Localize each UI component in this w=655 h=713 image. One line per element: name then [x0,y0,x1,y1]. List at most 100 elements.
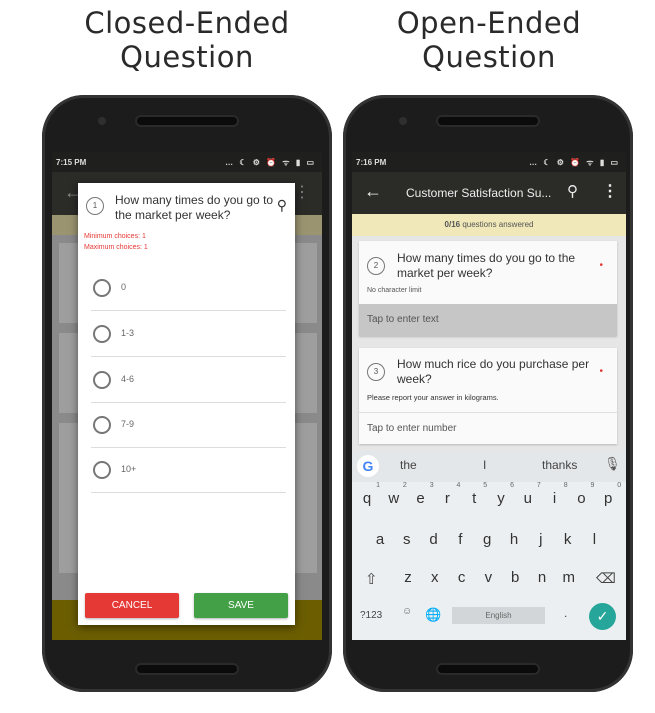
radio-button[interactable] [93,461,111,479]
question-card-2: 2 How many times do you go to the market… [359,241,617,336]
required-indicator: • [599,260,603,271]
option-label: 0 [121,282,127,292]
cancel-button[interactable]: CANCEL [85,593,179,618]
key[interactable]: j [528,531,554,548]
option-7-9[interactable]: 7-9 [91,402,286,448]
key[interactable]: l [581,531,607,548]
period-key[interactable]: . [564,606,567,620]
space-bar[interactable]: English [452,607,545,624]
key[interactable]: w2 [381,482,406,507]
suggestion[interactable]: the [400,458,417,472]
google-icon[interactable]: G [357,455,379,477]
question-number: 2 [367,257,385,275]
key-number-hint: 7 [536,482,541,489]
key-label: r [444,490,450,507]
key-label: q [362,490,372,507]
key-label: u [523,490,532,507]
back-arrow-icon[interactable]: ← [364,181,382,202]
key-number-hint: 5 [483,482,488,489]
key-label: a [375,531,385,548]
suggestion[interactable]: thanks [542,458,577,472]
key[interactable]: y6 [488,482,514,507]
key-label: g [483,531,492,548]
text-answer-input[interactable]: Tap to enter text [359,304,617,336]
question-text: How many times do you go to the market p… [115,193,274,222]
radio-button[interactable] [93,279,111,297]
key[interactable]: e3 [408,482,433,507]
key-label: x [431,569,439,586]
key[interactable]: a [367,531,393,548]
key-label: i [552,490,557,507]
key-label: s [403,531,411,548]
status-bar: 7:15 PM … ☾ ⚙ ⏰ ᯤ ▮ ▭ [52,152,322,172]
question-number: 3 [367,363,385,381]
progress-count: 0/16 [444,220,461,229]
option-label: 4-6 [121,374,135,384]
radio-button[interactable] [93,325,111,343]
save-button[interactable]: SAVE [194,593,288,618]
option-10-plus[interactable]: 10+ [91,447,286,493]
bottom-speaker [438,665,538,673]
radio-button[interactable] [93,371,111,389]
emoji-comma-key[interactable]: ☺ [402,606,412,617]
globe-icon[interactable]: 🌐 [425,607,441,623]
status-time: 7:15 PM [56,158,87,167]
key[interactable]: r4 [434,482,461,507]
search-icon[interactable]: ⚲ [277,197,287,214]
radio-button[interactable] [93,416,111,434]
bottom-speaker [137,665,237,673]
key[interactable]: q1 [354,482,380,507]
camera [98,117,106,125]
suggestion[interactable]: I [483,458,486,472]
question-dialog: 1 How many times do you go to the market… [78,183,295,625]
search-icon[interactable]: ⚲ [567,182,578,200]
key[interactable]: i8 [542,482,568,507]
key[interactable]: n [529,569,555,586]
number-answer-input[interactable]: Tap to enter number [359,412,617,444]
key-label: o [577,490,586,507]
question-text: How many times do you go to the market p… [397,251,576,280]
key-number-hint: 9 [590,482,595,489]
key-number-hint: 8 [563,482,568,489]
key-number-hint: 2 [402,482,407,489]
option-0[interactable]: 0 [91,265,286,311]
open-ended-heading: Open-Ended Question [396,6,582,74]
more-vert-icon[interactable]: ⋮ [294,182,310,202]
status-time: 7:16 PM [356,158,387,167]
backspace-icon[interactable]: ⌫ [596,570,616,587]
key[interactable]: h [501,531,527,548]
microphone-icon[interactable]: 🎙 [604,456,621,472]
key[interactable]: g [474,531,500,548]
key[interactable]: o9 [568,482,594,507]
phone-closed-ended: 7:15 PM… ☾ ⚙ ⏰ ᯤ ▮ ▭ ← ⋮ 1 How many time… [42,95,332,692]
progress-bar: 0/16 questions answered [352,214,626,236]
key-label: v [484,569,493,586]
key[interactable]: k [555,531,581,548]
question-hint: No character limit [367,287,422,294]
key-number-hint: 1 [376,482,380,489]
keyboard: G the I thanks 🎙 q1w2e3r4t5y6u7i8o9p0asd… [352,450,626,640]
key[interactable]: x [422,569,448,586]
key[interactable]: p0 [595,482,621,507]
key-label: j [539,531,543,548]
symbols-key[interactable]: ?123 [360,610,382,621]
screen: 7:15 PM… ☾ ⚙ ⏰ ᯤ ▮ ▭ ← ⋮ 1 How many time… [52,152,322,640]
option-1-3[interactable]: 1-3 [91,311,286,357]
key[interactable]: d [421,531,447,548]
key-label: c [457,569,466,586]
key[interactable]: v [475,569,501,586]
option-4-6[interactable]: 4-6 [91,357,286,403]
key-number-hint: 3 [429,482,434,489]
key[interactable]: t5 [461,482,487,507]
enter-check-icon[interactable]: ✓ [589,603,616,630]
key[interactable]: s [394,531,420,548]
key[interactable]: c [449,569,475,586]
key[interactable]: b [502,569,528,586]
shift-icon[interactable]: ⇧ [365,570,378,588]
key[interactable]: u7 [515,482,541,507]
key[interactable]: z [395,569,421,586]
key[interactable]: f [447,531,473,548]
key-label: p [604,490,613,507]
key[interactable]: m [556,569,582,586]
more-vert-icon[interactable]: ⋮ [602,181,618,201]
